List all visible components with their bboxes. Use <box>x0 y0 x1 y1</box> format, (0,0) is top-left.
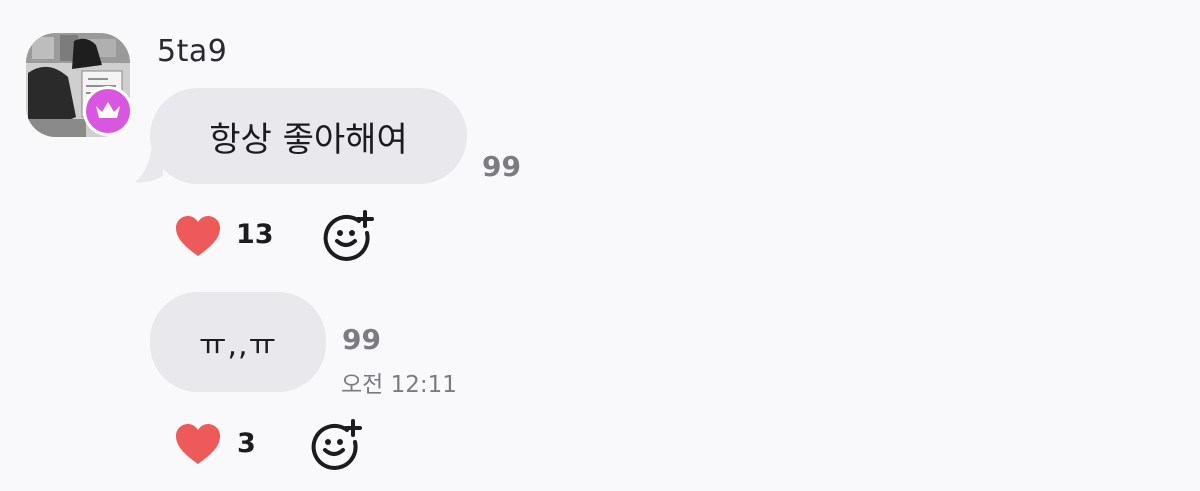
message-bubble[interactable]: ㅠ,,ㅠ <box>150 292 326 392</box>
crown-badge <box>83 86 133 136</box>
heart-icon[interactable] <box>174 214 222 258</box>
message-timestamp: 오전 12:11 <box>341 372 457 398</box>
heart-icon[interactable] <box>174 422 222 466</box>
message-bubble[interactable]: 항상 좋아해여 <box>150 88 467 184</box>
username[interactable]: 5ta9 <box>157 34 227 69</box>
unread-count: 99 <box>482 150 521 183</box>
like-count: 13 <box>236 219 274 250</box>
add-emoji-reaction-icon[interactable] <box>321 209 375 263</box>
add-emoji-reaction-icon[interactable] <box>309 418 363 472</box>
unread-count: 99 <box>342 323 381 356</box>
crown-icon <box>96 102 120 118</box>
like-count: 3 <box>237 428 256 459</box>
